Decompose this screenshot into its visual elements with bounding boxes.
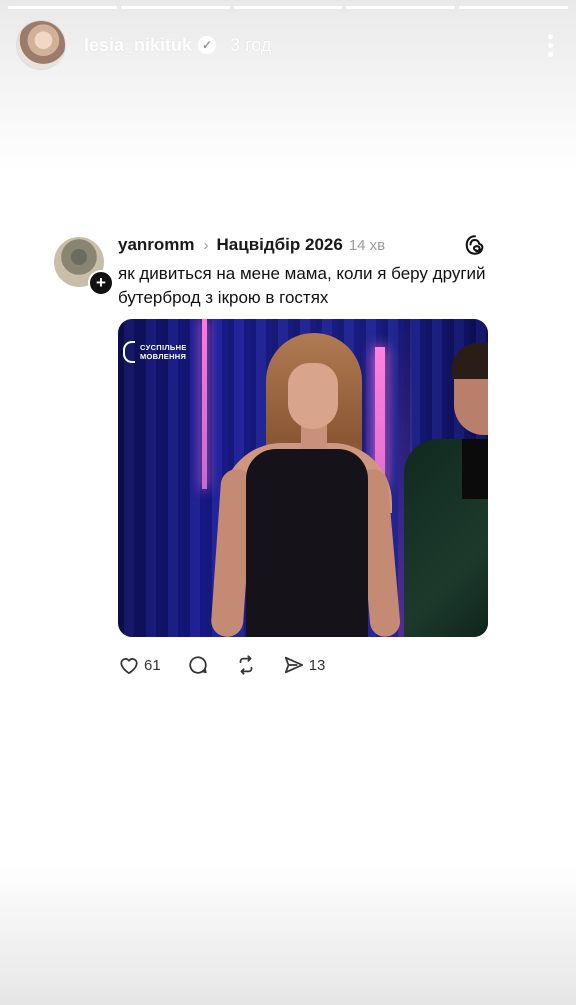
post-time: 14 хв	[348, 236, 386, 254]
post-author[interactable]: yanromm	[118, 235, 195, 255]
repost-icon	[239, 655, 253, 675]
comment-icon	[189, 656, 207, 674]
dot-icon	[547, 42, 553, 48]
woman-dress	[246, 449, 368, 637]
progress-segment	[120, 6, 230, 9]
threads-post-card: + yanromm › Нацвідбір 2026 14 хв як диви…	[44, 222, 500, 688]
more-options-button[interactable]	[540, 30, 560, 60]
send-icon	[284, 656, 303, 674]
repost-button[interactable]	[235, 654, 257, 676]
chevron-right-icon: ›	[203, 236, 209, 254]
verified-badge-icon: ✓	[198, 36, 217, 54]
avatar[interactable]	[16, 20, 66, 70]
threads-logo-icon	[465, 235, 484, 255]
reply-button[interactable]	[187, 654, 209, 676]
story-header: lesia_nikituk ✓ 3 год	[16, 20, 560, 70]
stage-light	[202, 319, 207, 489]
dot-icon	[547, 33, 553, 39]
suspilne-logo-icon	[123, 341, 135, 363]
story-username[interactable]: lesia_nikituk	[84, 35, 192, 56]
man-figure	[394, 343, 488, 637]
post-meta: yanromm › Нацвідбір 2026 14 хв	[118, 235, 385, 255]
progress-segment	[8, 6, 117, 9]
progress-segment	[233, 6, 343, 9]
post-topic[interactable]: Нацвідбір 2026	[217, 235, 343, 255]
post-text: як дивиться на мене мама, коли я беру др…	[118, 264, 486, 307]
broadcaster-watermark: СУСПІЛЬНЕ МОВЛЕННЯ	[123, 341, 187, 363]
story-time: 3 год	[230, 34, 272, 55]
woman-face	[288, 363, 338, 429]
watermark-text: СУСПІЛЬНЕ МОВЛЕННЯ	[140, 343, 187, 361]
progress-segment	[346, 6, 456, 9]
post-image[interactable]: СУСПІЛЬНЕ МОВЛЕННЯ	[118, 319, 488, 637]
like-button[interactable]: 61	[118, 655, 161, 675]
like-count: 61	[144, 656, 161, 674]
share-count: 13	[308, 656, 326, 674]
progress-segment	[459, 6, 568, 9]
share-button[interactable]: 13	[283, 654, 326, 676]
heart-icon	[120, 658, 138, 675]
follow-plus-icon[interactable]: +	[88, 270, 114, 296]
story-progress-bar	[8, 6, 568, 9]
dot-icon	[547, 51, 553, 57]
post-actions: 61 13	[118, 650, 325, 680]
